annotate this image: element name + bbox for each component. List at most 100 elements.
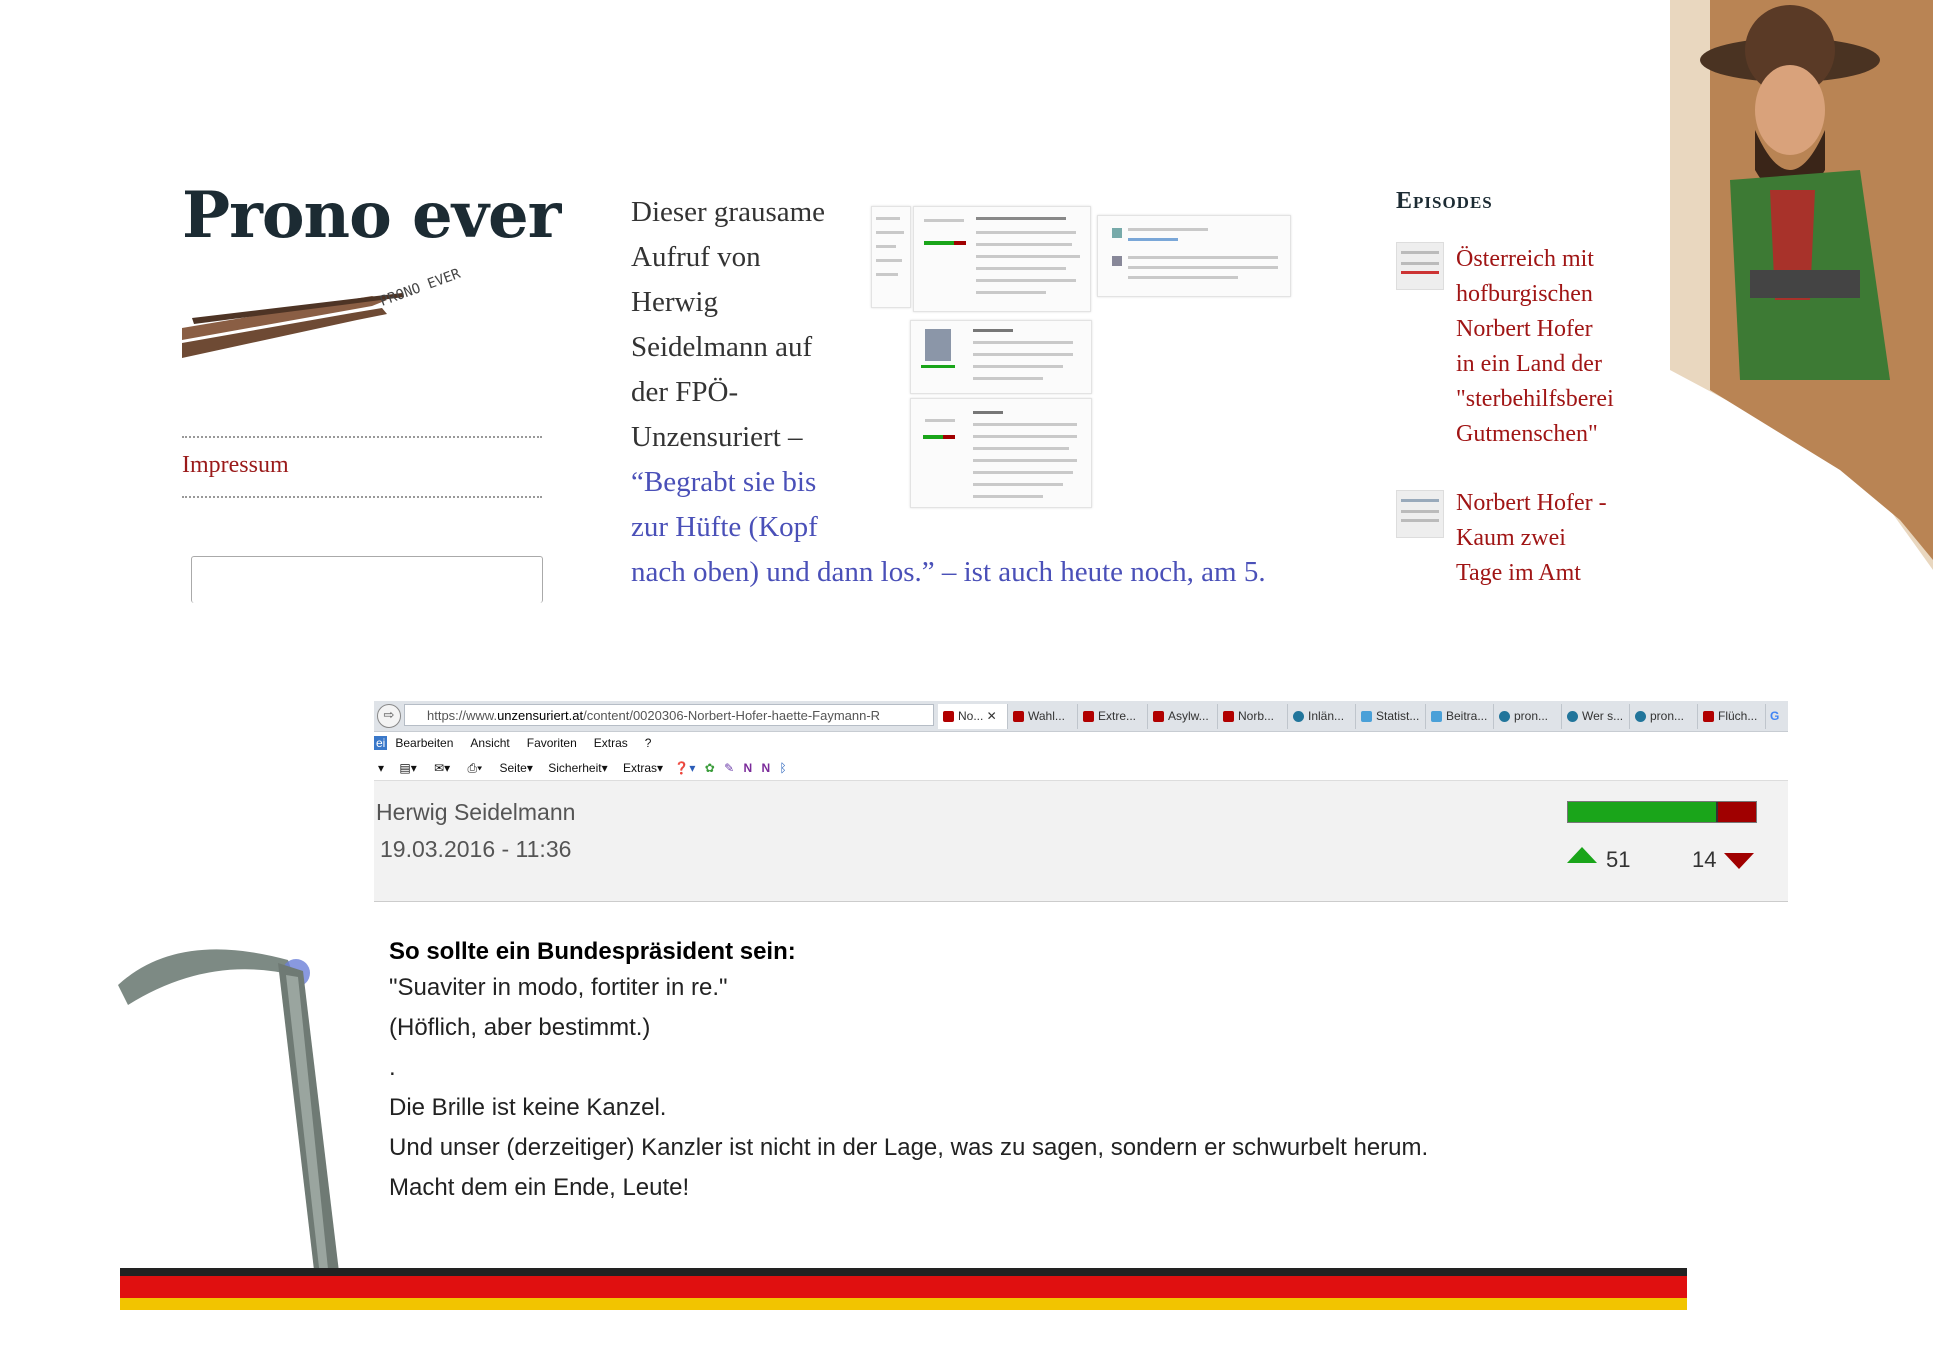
tab-title: Norb... xyxy=(1238,709,1275,723)
episode-link-line: Norbert Hofer xyxy=(1456,316,1593,342)
menu-item[interactable]: ei xyxy=(374,736,388,750)
search-input[interactable] xyxy=(191,556,543,603)
browser-tab[interactable]: No... ✕ xyxy=(938,704,1008,729)
page-menu[interactable]: Seite▾ xyxy=(500,761,533,775)
tab-title: Extre... xyxy=(1098,709,1137,723)
site-favicon-icon xyxy=(1703,711,1714,722)
security-menu[interactable]: Sicherheit▾ xyxy=(548,761,607,775)
tab-title: No... xyxy=(958,709,984,723)
excerpt-line: Aufruf von xyxy=(631,241,761,273)
onenote-icon[interactable]: N xyxy=(762,761,771,775)
browser-tab[interactable]: Asylw... xyxy=(1148,704,1218,729)
downvote-arrow-icon[interactable] xyxy=(1724,853,1754,869)
logo-stick-3 xyxy=(192,293,404,324)
browser-tab[interactable]: Flüch... xyxy=(1698,704,1766,729)
extras-menu[interactable]: Extras▾ xyxy=(623,761,663,775)
site-favicon-icon xyxy=(1013,711,1024,722)
browser-tab[interactable]: Wer s... xyxy=(1562,704,1630,729)
menu-item[interactable]: Bearbeiten xyxy=(395,736,453,750)
mail-icon[interactable]: ✉▾ xyxy=(434,761,450,775)
screenshot-thumbnail[interactable] xyxy=(913,206,1091,312)
address-bar[interactable]: https://www.unzensuriert.at/content/0020… xyxy=(404,704,934,726)
browser-tab[interactable]: Beitra... xyxy=(1426,704,1494,729)
excerpt-continuation[interactable]: – ist auch heute noch, am 5. xyxy=(935,556,1266,588)
excerpt-line: Unzensuriert – xyxy=(631,421,803,453)
episode-link[interactable]: Norbert Hofer - Kaum zwei Tage im Amt xyxy=(1456,486,1626,591)
comment-author[interactable]: Herwig Seidelmann xyxy=(376,799,575,826)
episode-link-line: in ein Land der xyxy=(1456,351,1602,377)
comment-body: So sollte ein Bundespräsident sein: "Sua… xyxy=(389,936,1428,1208)
print-icon[interactable]: ⎙▾ xyxy=(468,761,483,775)
back-arrow-icon[interactable]: ⇨ xyxy=(377,704,401,728)
divider xyxy=(182,496,542,498)
extras-menu-label: Extras xyxy=(622,761,657,775)
site-favicon-icon xyxy=(1153,711,1164,722)
comment-line: (Höflich, aber bestimmt.) xyxy=(389,1014,651,1041)
comment-line: . xyxy=(389,1054,396,1081)
wordpress-icon xyxy=(1499,711,1510,722)
episode-link-line: Österreich mit xyxy=(1456,246,1594,272)
browser-tab[interactable]: Inlän... xyxy=(1288,704,1356,729)
menu-item[interactable]: Favoriten xyxy=(527,736,577,750)
onenote-icon[interactable]: N xyxy=(744,761,753,775)
rss-icon[interactable]: ▤▾ xyxy=(399,761,416,775)
excerpt-line: Seidelmann auf xyxy=(631,331,813,363)
site-title[interactable]: Prono ever xyxy=(182,178,561,253)
help-icon[interactable]: ❓▾ xyxy=(674,761,695,775)
site-favicon-icon xyxy=(1083,711,1094,722)
menu-item[interactable]: ? xyxy=(645,736,652,750)
episode-thumbnail[interactable] xyxy=(1396,242,1444,290)
menu-item[interactable]: Extras xyxy=(594,736,628,750)
excerpt-line: der FPÖ- xyxy=(631,376,739,408)
tab-title: Wahl... xyxy=(1028,709,1065,723)
screenshot-thumbnail[interactable] xyxy=(871,206,911,308)
tab-title: Wer s... xyxy=(1582,709,1624,723)
tweet-thumbnail[interactable] xyxy=(1097,215,1291,297)
tab-title: pron... xyxy=(1650,709,1685,723)
browser-tab[interactable]: Extre... xyxy=(1078,704,1148,729)
site-favicon-icon xyxy=(1223,711,1234,722)
episode-link-line: Kaum zwei xyxy=(1456,525,1566,551)
browser-command-bar: ▾ ▤▾ ✉▾ ⎙▾ Seite▾ Sicherheit▾ Extras▾ ❓▾… xyxy=(374,756,1788,781)
divider xyxy=(182,436,542,438)
portrait-painting xyxy=(1670,0,1933,570)
upvote-arrow-icon[interactable] xyxy=(1567,847,1597,863)
comment-line: Die Brille ist keine Kanzel. xyxy=(389,1094,667,1121)
menu-item[interactable]: Ansicht xyxy=(470,736,509,750)
vote-ratio-bar xyxy=(1567,801,1757,823)
screenshot-thumbnail[interactable] xyxy=(910,320,1092,394)
comment-date: 19.03.2016 - 11:36 xyxy=(380,836,572,862)
episode-link[interactable]: Österreich mit hofburgischen Norbert Hof… xyxy=(1456,242,1626,452)
episode-thumbnail[interactable] xyxy=(1396,490,1444,538)
comment-line: Macht dem ein Ende, Leute! xyxy=(389,1174,690,1201)
nav-impressum[interactable]: Impressum xyxy=(182,452,289,479)
browser-tab[interactable]: pron... xyxy=(1494,704,1562,729)
downvote-count: 14 xyxy=(1692,847,1717,872)
excerpt-line: Herwig xyxy=(631,286,718,318)
site-logo[interactable]: PRONO EVER xyxy=(182,258,512,373)
addon-icon[interactable]: ✎ xyxy=(724,761,734,775)
episode-link-line: Norbert Hofer - xyxy=(1456,490,1607,516)
excerpt-quote-line[interactable]: “Begrabt sie bis xyxy=(631,460,841,505)
addon-icon[interactable]: ✿ xyxy=(705,761,715,775)
bluetooth-icon[interactable]: ᛒ xyxy=(780,761,787,775)
browser-screenshot: ⇨ https://www.unzensuriert.at/content/00… xyxy=(374,701,1788,902)
tab-title: pron... xyxy=(1514,709,1549,723)
german-flag-stripe xyxy=(120,1268,1687,1347)
dropdown-icon[interactable]: ▾ xyxy=(378,761,384,775)
browser-tab[interactable]: Wahl... xyxy=(1008,704,1078,729)
site-favicon-icon xyxy=(1361,711,1372,722)
screenshot-thumbnail[interactable] xyxy=(910,398,1092,508)
google-icon[interactable]: G xyxy=(1766,704,1788,729)
tab-title: Asylw... xyxy=(1168,709,1209,723)
excerpt-quote-line[interactable]: zur Hüfte (Kopf xyxy=(631,505,841,550)
browser-tab[interactable]: Norb... xyxy=(1218,704,1288,729)
vote-up-fill xyxy=(1568,802,1716,822)
tab-title: Flüch... xyxy=(1718,709,1758,723)
excerpt-quote-line[interactable]: nach oben) und dann los.” xyxy=(631,556,935,588)
wordpress-icon xyxy=(1567,711,1578,722)
browser-tab[interactable]: pron... xyxy=(1630,704,1698,729)
browser-tab[interactable]: Statist... xyxy=(1356,704,1426,729)
wordpress-icon xyxy=(1293,711,1304,722)
comment-heading: So sollte ein Bundespräsident sein: xyxy=(389,938,796,965)
